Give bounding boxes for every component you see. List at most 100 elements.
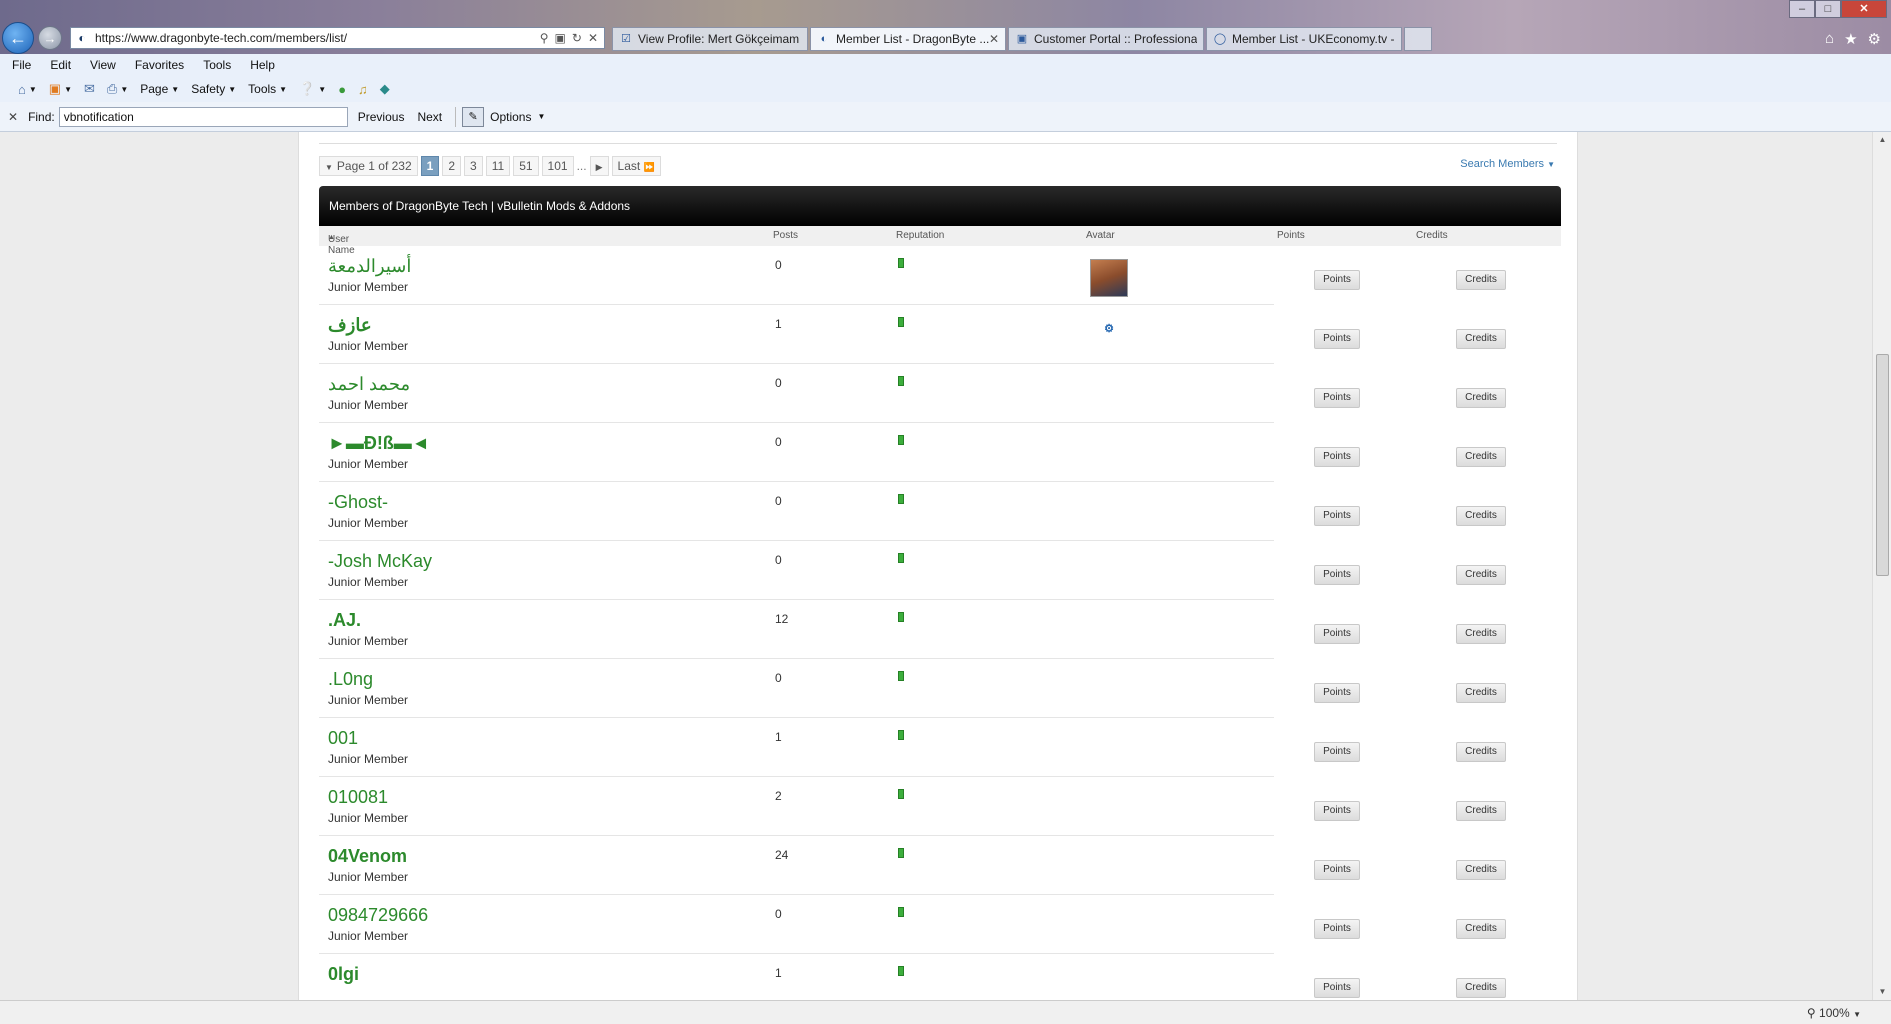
find-options-button[interactable]: ✎ Options ▼ xyxy=(455,106,545,127)
tab-view-profile[interactable]: ☑ View Profile: Mert Gökçeimam ... xyxy=(612,27,808,51)
safety-menu-button[interactable]: Safety ▼ xyxy=(191,82,236,96)
menu-file[interactable]: File xyxy=(12,58,31,72)
page-link-101[interactable]: 101 xyxy=(541,156,574,176)
page-jump-dropdown[interactable]: ▼ Page 1 of 232 xyxy=(319,156,418,176)
tab-member-list-dragonbyte[interactable]: ◐ Member List - DragonByte ... ✕ xyxy=(810,27,1006,51)
menu-favorites[interactable]: Favorites xyxy=(135,58,184,72)
scroll-up-icon[interactable]: ▲ xyxy=(1873,132,1891,148)
gear-icon[interactable]: ⚙ xyxy=(1868,30,1881,48)
points-button[interactable]: Points xyxy=(1314,919,1360,939)
points-button[interactable]: Points xyxy=(1314,270,1360,290)
credits-button[interactable]: Credits xyxy=(1456,860,1506,880)
tools-menu-button[interactable]: Tools ▼ xyxy=(248,82,287,96)
addon-button-1[interactable]: ● xyxy=(338,82,346,97)
points-button[interactable]: Points xyxy=(1314,388,1360,408)
back-button[interactable]: ← xyxy=(2,22,34,54)
member-username-link[interactable]: 001 xyxy=(328,728,358,749)
menu-view[interactable]: View xyxy=(90,58,116,72)
page-link-11[interactable]: 11 xyxy=(485,156,511,176)
page-link-2[interactable]: 2 xyxy=(442,156,462,176)
minimize-button[interactable]: – xyxy=(1789,0,1815,18)
home-icon[interactable]: ⌂ xyxy=(1825,30,1834,48)
credits-button[interactable]: Credits xyxy=(1456,329,1506,349)
refresh-icon[interactable]: ↻ xyxy=(572,31,582,45)
member-username-link[interactable]: ►▬Ð!ß▬◄ xyxy=(328,433,430,454)
member-username-link[interactable]: عازف xyxy=(328,315,372,336)
page-link-3[interactable]: 3 xyxy=(464,156,483,176)
member-username-link[interactable]: أسيرالدمعة xyxy=(328,256,411,277)
col-posts[interactable]: Posts xyxy=(773,230,798,241)
find-next-button[interactable]: Next xyxy=(417,110,442,124)
points-button[interactable]: Points xyxy=(1314,683,1360,703)
mail-button[interactable]: ✉ xyxy=(84,81,95,97)
new-tab-button[interactable] xyxy=(1404,27,1432,51)
member-username-link[interactable]: .AJ. xyxy=(328,610,361,631)
close-window-button[interactable]: ✕ xyxy=(1841,0,1887,18)
menu-help[interactable]: Help xyxy=(250,58,275,72)
next-page-button[interactable]: ▶ xyxy=(589,156,609,176)
close-tab-icon[interactable]: ✕ xyxy=(989,32,999,46)
credits-button[interactable]: Credits xyxy=(1456,919,1506,939)
scroll-down-icon[interactable]: ▼ xyxy=(1873,984,1891,1000)
addon-button-2[interactable]: ♫ xyxy=(358,82,368,97)
search-icon[interactable]: ⚲ xyxy=(540,31,549,45)
points-button[interactable]: Points xyxy=(1314,506,1360,526)
maximize-button[interactable]: □ xyxy=(1815,0,1841,18)
points-button[interactable]: Points xyxy=(1314,860,1360,880)
find-input[interactable]: vbnotification xyxy=(58,106,348,127)
home-button[interactable]: ⌂ ▼ xyxy=(18,82,37,97)
scrollbar-thumb[interactable] xyxy=(1876,354,1889,576)
page-link-51[interactable]: 51 xyxy=(513,156,539,176)
forward-button[interactable]: → xyxy=(38,26,62,50)
credits-button[interactable]: Credits xyxy=(1456,565,1506,585)
credits-button[interactable]: Credits xyxy=(1456,447,1506,467)
credits-button[interactable]: Credits xyxy=(1456,270,1506,290)
member-username-link[interactable]: 0lgi xyxy=(328,964,359,985)
credits-button[interactable]: Credits xyxy=(1456,388,1506,408)
stop-icon[interactable]: ✕ xyxy=(588,31,598,45)
credits-button[interactable]: Credits xyxy=(1456,624,1506,644)
close-find-icon[interactable]: ✕ xyxy=(8,110,18,124)
feeds-button[interactable]: ▣ ▼ xyxy=(49,81,72,97)
member-username-link[interactable]: 0984729666 xyxy=(328,905,428,926)
tab-customer-portal[interactable]: ▣ Customer Portal :: Professional... xyxy=(1008,27,1204,51)
help-button[interactable]: ❔ ▼ xyxy=(299,81,326,97)
avatar[interactable] xyxy=(1090,259,1128,297)
addon-button-3[interactable]: ◆ xyxy=(380,81,390,97)
find-previous-button[interactable]: Previous xyxy=(358,110,405,124)
member-username-link[interactable]: -Ghost- xyxy=(328,492,388,513)
page-menu-button[interactable]: Page ▼ xyxy=(140,82,179,96)
member-username-link[interactable]: .L0ng xyxy=(328,669,373,690)
points-button[interactable]: Points xyxy=(1314,624,1360,644)
member-username-link[interactable]: 04Venom xyxy=(328,846,407,867)
favorites-star-icon[interactable]: ★ xyxy=(1844,30,1857,48)
menu-edit[interactable]: Edit xyxy=(50,58,71,72)
page-link-1[interactable]: 1 xyxy=(420,156,440,176)
zoom-level[interactable]: ⚲ 100% ▼ xyxy=(1807,1006,1861,1020)
col-reputation[interactable]: Reputation xyxy=(896,230,944,241)
credits-button[interactable]: Credits xyxy=(1456,506,1506,526)
points-button[interactable]: Points xyxy=(1314,447,1360,467)
address-url[interactable]: https://www.dragonbyte-tech.com/members/… xyxy=(95,31,540,45)
points-button[interactable]: Points xyxy=(1314,329,1360,349)
points-button[interactable]: Points xyxy=(1314,742,1360,762)
last-page-button[interactable]: Last ⏩ xyxy=(611,156,661,176)
credits-button[interactable]: Credits xyxy=(1456,742,1506,762)
member-username-link[interactable]: -Josh McKay xyxy=(328,551,432,572)
vertical-scrollbar[interactable]: ▲ ▼ xyxy=(1872,132,1891,1000)
points-button[interactable]: Points xyxy=(1314,978,1360,998)
member-username-link[interactable]: محمد احمد xyxy=(328,374,410,395)
points-button[interactable]: Points xyxy=(1314,565,1360,585)
points-button[interactable]: Points xyxy=(1314,801,1360,821)
print-button[interactable]: ⎙ ▼ xyxy=(107,81,128,97)
credits-button[interactable]: Credits xyxy=(1456,683,1506,703)
member-username-link[interactable]: 010081 xyxy=(328,787,388,808)
lock-icon[interactable]: ▣ xyxy=(555,31,566,45)
address-bar[interactable]: ◐ https://www.dragonbyte-tech.com/member… xyxy=(70,27,605,49)
credits-button[interactable]: Credits xyxy=(1456,978,1506,998)
search-members-link[interactable]: Search Members ▼ xyxy=(1460,158,1555,170)
menu-tools[interactable]: Tools xyxy=(203,58,231,72)
tab-member-list-ukeconomy[interactable]: ◯ Member List - UKEconomy.tv -... xyxy=(1206,27,1402,51)
avatar[interactable]: ⚙ xyxy=(1090,317,1128,339)
credits-button[interactable]: Credits xyxy=(1456,801,1506,821)
